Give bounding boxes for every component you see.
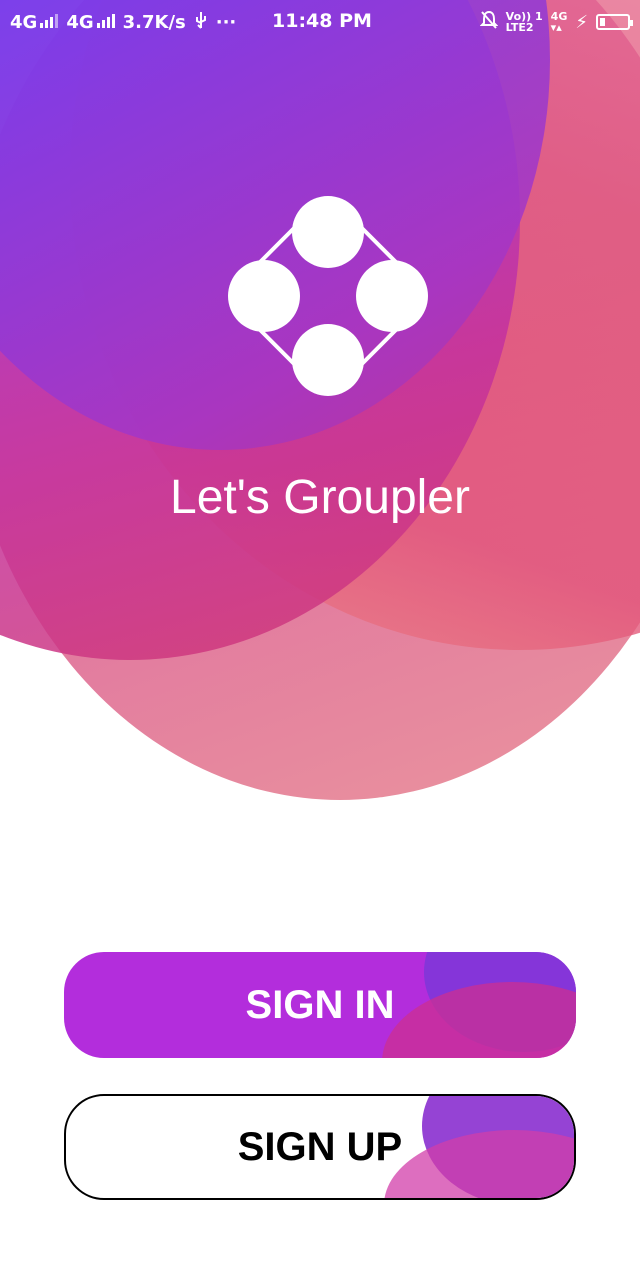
signal-icon bbox=[40, 13, 59, 28]
network-speed: 3.7K/s bbox=[122, 11, 186, 33]
button-decoration bbox=[384, 1130, 574, 1198]
sign-in-button[interactable]: SIGN IN bbox=[64, 952, 576, 1058]
more-notifications-icon: ··· bbox=[215, 11, 237, 33]
charging-icon: ⚡ bbox=[575, 11, 588, 33]
sign-up-label: SIGN UP bbox=[237, 1124, 403, 1169]
sim1-network: 4G bbox=[10, 12, 59, 33]
sim2-network: 4G bbox=[66, 12, 115, 33]
clock: 11:48 PM bbox=[272, 10, 372, 32]
usb-icon bbox=[194, 11, 208, 34]
sign-in-label: SIGN IN bbox=[245, 982, 395, 1027]
status-bar: 4G 4G 3.7K/s ··· 11:48 PM Vo)) 1 LTE2 4G… bbox=[0, 0, 640, 44]
groupler-logo-icon bbox=[212, 180, 444, 412]
signal-icon bbox=[96, 13, 115, 28]
app-title: Let's Groupler bbox=[170, 471, 470, 524]
battery-icon bbox=[596, 14, 633, 30]
status-right: Vo)) 1 LTE2 4G ▾▴ ⚡ bbox=[479, 10, 633, 35]
status-left: 4G 4G 3.7K/s ··· bbox=[10, 11, 236, 34]
mute-notification-icon bbox=[479, 10, 499, 35]
button-decoration bbox=[382, 982, 576, 1058]
volte-indicator: Vo)) 1 LTE2 bbox=[505, 10, 543, 34]
sign-up-button[interactable]: SIGN UP bbox=[64, 1094, 576, 1200]
welcome-screen: 4G 4G 3.7K/s ··· 11:48 PM Vo)) 1 LTE2 4G… bbox=[0, 0, 640, 1280]
data-indicator: 4G ▾▴ bbox=[550, 10, 568, 34]
